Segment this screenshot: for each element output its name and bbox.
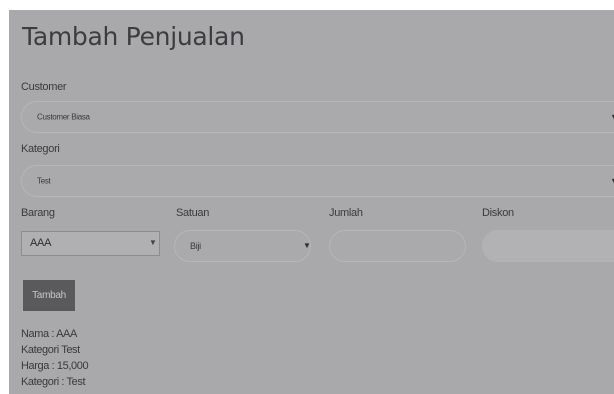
barang-label: Barang xyxy=(21,207,55,219)
kategori-caret-down-icon[interactable]: ▼ xyxy=(610,177,614,186)
satuan-select-value: Biji xyxy=(190,241,201,251)
page-title: Tambah Penjualan xyxy=(22,22,245,51)
jumlah-label: Jumlah xyxy=(329,207,363,219)
kategori-label: Kategori xyxy=(21,143,60,155)
customer-caret-down-icon[interactable]: ▼ xyxy=(610,113,614,122)
jumlah-input[interactable] xyxy=(329,230,466,262)
satuan-select[interactable]: Biji ▼ xyxy=(174,230,311,262)
barang-select-value: AAA xyxy=(30,237,52,249)
customer-select[interactable]: Customer Biasa xyxy=(21,101,614,133)
info-harga: Harga : 15,000 xyxy=(21,360,89,372)
diskon-label: Diskon xyxy=(482,207,514,219)
kategori-select-value: Test xyxy=(37,176,51,186)
page-container: Tambah Penjualan Customer Customer Biasa… xyxy=(9,10,614,394)
info-nama: Nama : AAA xyxy=(21,328,77,340)
customer-select-value: Customer Biasa xyxy=(37,112,90,122)
kategori-select[interactable]: Test xyxy=(21,165,614,197)
info-kategori: Kategori Test xyxy=(21,344,80,356)
satuan-caret-down-icon: ▼ xyxy=(303,241,311,250)
diskon-input[interactable] xyxy=(482,230,614,262)
customer-label: Customer xyxy=(21,81,67,93)
info-kategori-detail: Kategori : Test xyxy=(21,376,86,388)
barang-caret-down-icon: ▼ xyxy=(149,238,157,247)
barang-select[interactable]: AAA ▼ xyxy=(21,231,160,256)
tambah-button[interactable]: Tambah xyxy=(23,280,75,311)
satuan-label: Satuan xyxy=(176,207,210,219)
